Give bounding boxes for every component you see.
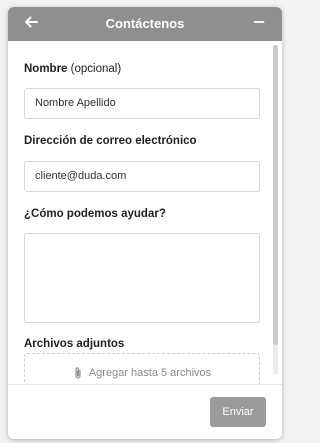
contact-widget: Contáctenos Nombre (opcional) Nombre Ape… bbox=[8, 7, 282, 439]
arrow-left-icon bbox=[24, 15, 38, 34]
attachments-label: Archivos adjuntos bbox=[24, 338, 125, 350]
attachments-dropzone[interactable]: Agregar hasta 5 archivos bbox=[24, 353, 260, 385]
help-textarea[interactable] bbox=[24, 233, 260, 323]
widget-header: Contáctenos bbox=[8, 7, 282, 41]
email-field[interactable]: cliente@duda.com bbox=[24, 161, 260, 192]
form-area: Nombre (opcional) Nombre Apellido Direcc… bbox=[8, 41, 282, 385]
name-label: Nombre (opcional) bbox=[24, 63, 121, 75]
back-button[interactable] bbox=[20, 13, 42, 35]
email-label: Dirección de correo electrónico bbox=[24, 135, 197, 147]
widget-title: Contáctenos bbox=[105, 16, 185, 31]
scrollbar[interactable] bbox=[273, 45, 278, 375]
help-label: ¿Cómo podemos ayudar? bbox=[24, 208, 166, 220]
minimize-icon bbox=[253, 15, 265, 33]
name-field[interactable]: Nombre Apellido bbox=[24, 88, 260, 119]
send-button[interactable]: Enviar bbox=[210, 397, 266, 427]
paperclip-icon bbox=[73, 366, 83, 380]
scrollbar-thumb[interactable] bbox=[273, 45, 278, 345]
attachments-text: Agregar hasta 5 archivos bbox=[88, 367, 212, 379]
name-label-text: Nombre bbox=[24, 63, 68, 75]
widget-footer: Enviar bbox=[8, 384, 282, 439]
name-optional-text: (opcional) bbox=[70, 63, 122, 75]
minimize-button[interactable] bbox=[248, 13, 270, 35]
